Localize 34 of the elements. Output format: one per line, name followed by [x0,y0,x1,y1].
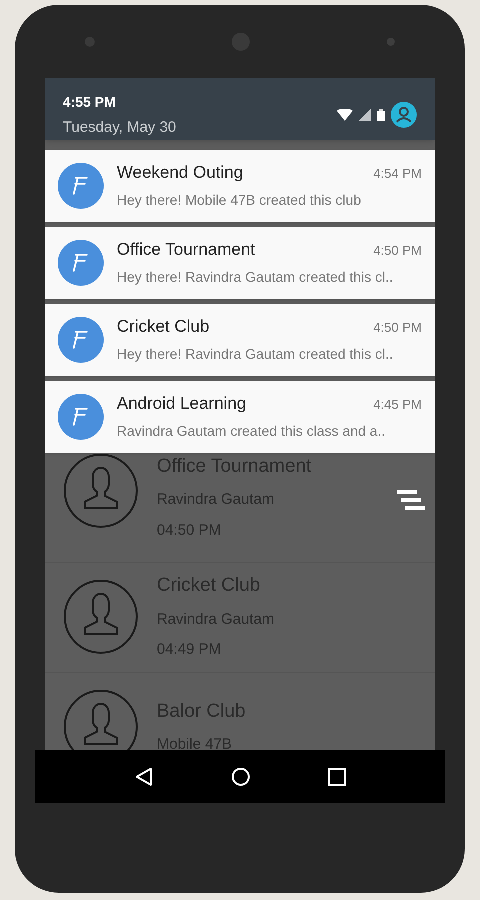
notification-card[interactable]: Weekend Outing 4:54 PM Hey there! Mobile 47B created this club [45,150,435,222]
notification-message: Hey there! Mobile 47B created this club [117,191,362,210]
notification-title: Office Tournament [117,238,256,261]
user-account-icon[interactable] [391,102,417,128]
home-icon[interactable] [230,766,251,786]
notification-title: Android Learning [117,392,246,415]
signal-icon [359,109,371,121]
person-avatar-icon [63,579,139,655]
app-logo-icon [58,162,104,208]
person-avatar-icon [63,452,139,528]
wifi-icon [337,109,353,121]
date-text: Tuesday, May 30 [63,118,176,138]
notification-title: Weekend Outing [117,162,244,184]
notification-time: 4:50 PM [374,318,422,337]
person-avatar-icon [63,689,139,750]
notification-title: Cricket Club [117,316,210,338]
back-icon[interactable] [134,766,154,786]
app-logo-icon [58,394,104,440]
notification-card[interactable]: Cricket Club 4:50 PM Hey there! Ravindra Gautam created this cl.. [45,304,435,376]
notification-time: 4:54 PM [374,164,422,183]
notification-message: Hey there! Ravindra Gautam created this cl.. [117,268,394,288]
recent-apps-icon[interactable] [328,768,346,786]
notification-time: 4:45 PM [374,396,422,414]
battery-icon [377,109,385,121]
menu-lines-icon[interactable] [397,490,425,510]
notification-card[interactable]: Android Learning 4:45 PM Ravindra Gautam created this class and a.. [45,380,435,452]
app-logo-icon [58,316,104,362]
notification-card[interactable]: Office Tournament 4:50 PM Hey there! Ravindra Gautam created this cl.. [45,226,435,298]
clock-time: 4:55 PM [63,93,117,112]
notification-time: 4:50 PM [374,242,422,260]
notification-message: Hey there! Ravindra Gautam created this cl.. [117,345,394,364]
app-logo-icon [58,240,104,286]
notification-message: Ravindra Gautam created this class and a.. [117,422,386,442]
sensor-icon [387,38,395,46]
